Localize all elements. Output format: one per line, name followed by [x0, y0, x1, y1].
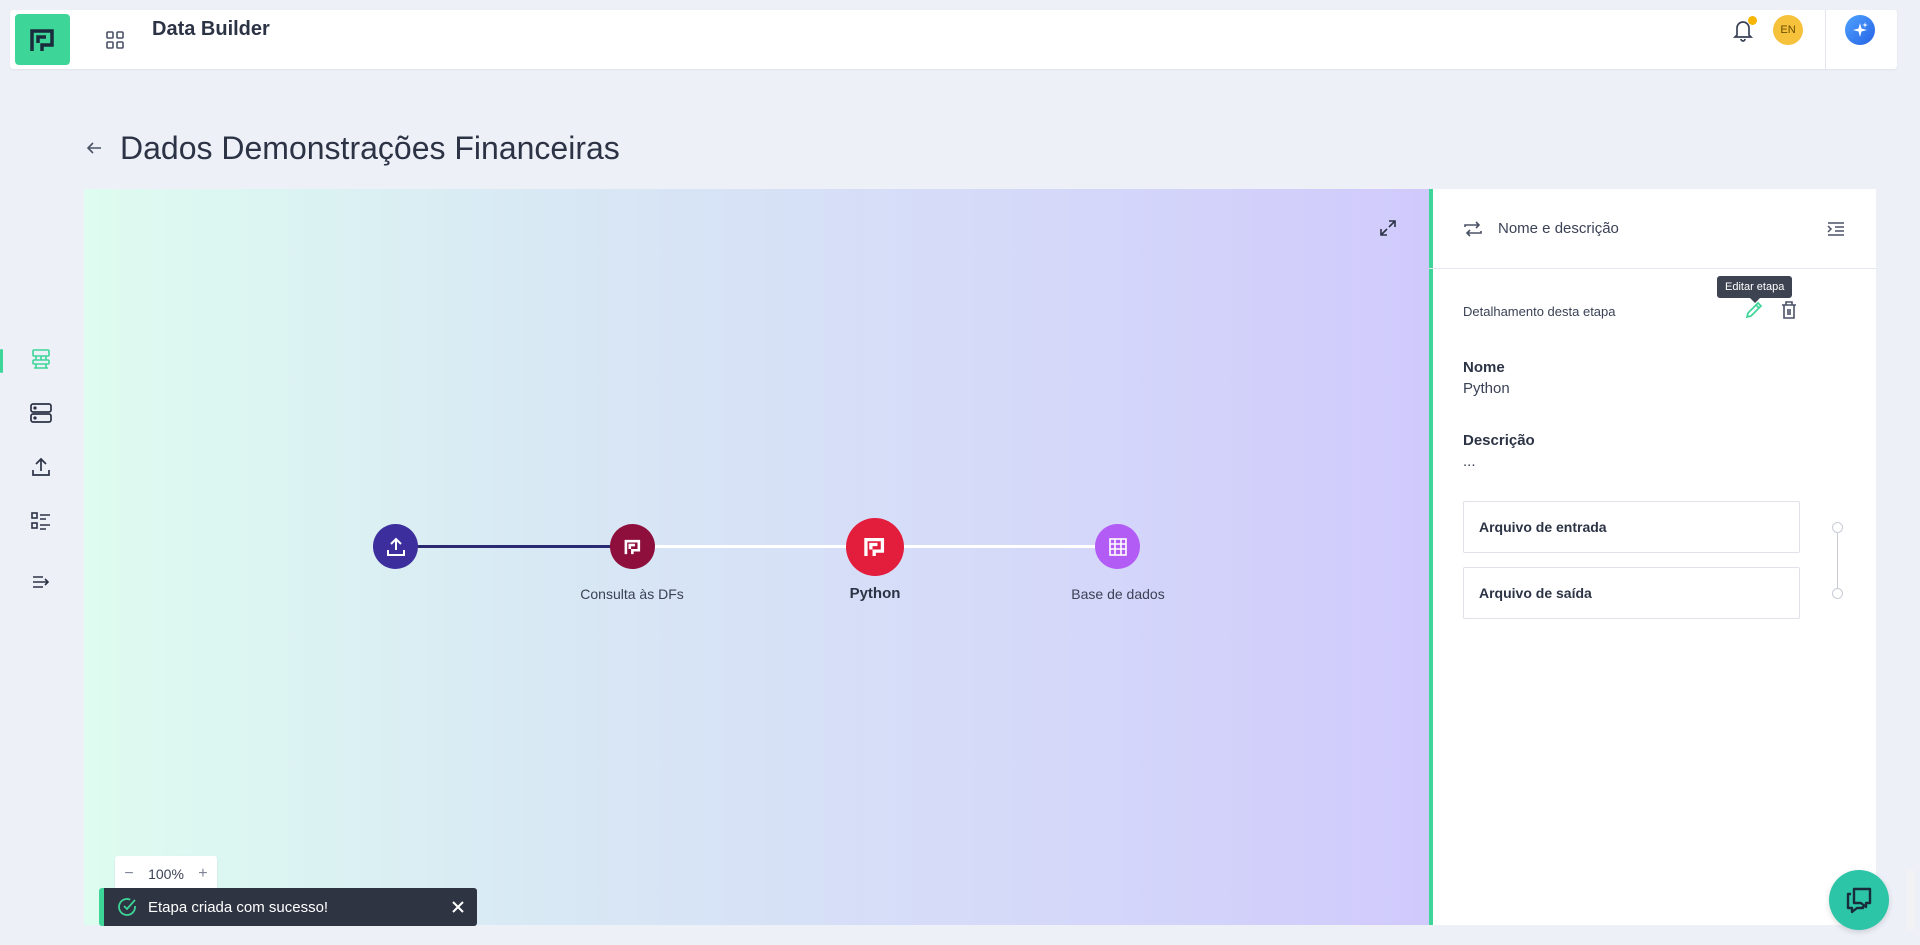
- notification-dot: [1748, 16, 1757, 25]
- section-title: Detalhamento desta etapa: [1463, 304, 1616, 319]
- flow-node-python[interactable]: [846, 518, 904, 576]
- top-bar: [10, 10, 1897, 69]
- flow-node-consulta[interactable]: [610, 524, 655, 569]
- trash-icon[interactable]: [1780, 300, 1798, 320]
- close-icon[interactable]: [451, 900, 465, 914]
- description-label: Descrição: [1463, 432, 1535, 449]
- page-title: Dados Demonstrações Financeiras: [120, 130, 620, 166]
- pencil-icon[interactable]: [1744, 300, 1764, 320]
- description-value: ...: [1463, 453, 1476, 470]
- checklist-icon[interactable]: [27, 507, 55, 535]
- app-title: Data Builder: [152, 18, 270, 40]
- back-arrow-icon[interactable]: [84, 138, 104, 158]
- connector-dot: [1832, 522, 1843, 533]
- connector-dot: [1832, 588, 1843, 599]
- logo-icon[interactable]: [15, 14, 70, 65]
- expand-menu-icon[interactable]: [27, 568, 55, 596]
- node-label: Python: [849, 585, 901, 602]
- toast-message: Etapa criada com sucesso!: [148, 898, 329, 916]
- flow-node-upload[interactable]: [373, 524, 418, 569]
- zoom-in-button[interactable]: +: [194, 865, 212, 883]
- zoom-controls: − 100% +: [115, 856, 217, 892]
- flow-node-database[interactable]: [1095, 524, 1140, 569]
- name-label: Nome: [1463, 359, 1505, 376]
- connector-line: [1837, 533, 1838, 591]
- collapse-panel-icon[interactable]: [1826, 219, 1846, 239]
- node-label: Base de dados: [1071, 586, 1165, 602]
- scrollbar[interactable]: [1907, 870, 1915, 930]
- divider: [1825, 10, 1826, 69]
- name-value: Python: [1463, 380, 1510, 397]
- zoom-level: 100%: [148, 866, 184, 882]
- swap-icon: [1462, 218, 1484, 240]
- fullscreen-icon[interactable]: [1378, 218, 1398, 238]
- output-file-box[interactable]: Arquivo de saída: [1463, 567, 1800, 619]
- zoom-out-button[interactable]: −: [120, 865, 138, 883]
- node-label: Consulta às DFs: [580, 586, 684, 602]
- success-toast: Etapa criada com sucesso!: [99, 888, 477, 926]
- flow-canvas[interactable]: [84, 189, 1429, 925]
- language-avatar[interactable]: EN: [1773, 15, 1803, 45]
- panel-header: [1429, 189, 1876, 269]
- ai-assistant-icon[interactable]: [1845, 15, 1875, 45]
- check-circle-icon: [118, 898, 136, 916]
- input-file-box[interactable]: Arquivo de entrada: [1463, 501, 1800, 553]
- panel-title: Nome e descrição: [1498, 220, 1619, 237]
- chat-button[interactable]: [1829, 870, 1889, 930]
- flow-edge: [395, 545, 632, 548]
- upload-icon[interactable]: [27, 453, 55, 481]
- sidebar-active-indicator: [0, 349, 3, 373]
- chat-icon: [1846, 887, 1872, 914]
- details-panel: [1429, 189, 1876, 925]
- database-icon[interactable]: [27, 399, 55, 427]
- apps-grid-icon[interactable]: [105, 30, 125, 50]
- edit-tooltip: Editar etapa: [1717, 276, 1793, 303]
- pipeline-icon[interactable]: [27, 345, 55, 373]
